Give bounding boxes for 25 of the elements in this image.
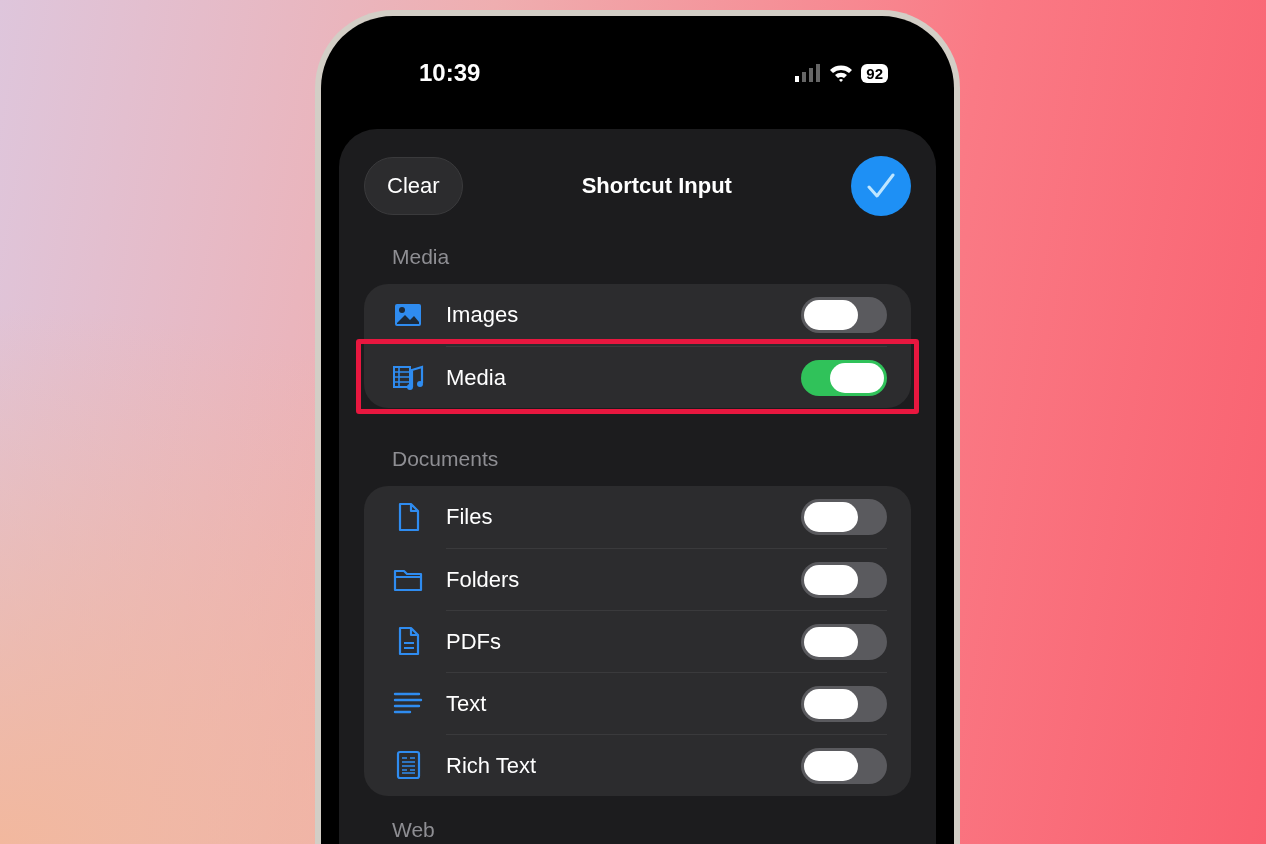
signal-icon bbox=[795, 64, 822, 82]
toggle-switch[interactable] bbox=[801, 623, 887, 660]
row-label: Files bbox=[446, 504, 493, 530]
done-button[interactable] bbox=[851, 156, 911, 216]
row-label: Rich Text bbox=[446, 752, 537, 779]
row-label: Images bbox=[446, 302, 519, 328]
wifi-icon bbox=[829, 64, 854, 82]
status-time: 10:39 bbox=[419, 59, 482, 87]
clear-button[interactable]: Clear bbox=[364, 157, 463, 215]
toggle-switch[interactable] bbox=[801, 297, 887, 333]
toggle-switch[interactable] bbox=[801, 359, 887, 396]
toggle-switch[interactable] bbox=[801, 561, 887, 598]
row-label: PDFs bbox=[446, 628, 501, 655]
section-header: Media bbox=[391, 244, 451, 270]
section-header: Documents bbox=[391, 446, 500, 472]
sheet-title: Shortcut Input bbox=[580, 173, 733, 199]
toggle-switch[interactable] bbox=[801, 499, 887, 535]
battery-level: 92 bbox=[861, 63, 888, 83]
toggle-switch[interactable] bbox=[801, 747, 887, 784]
row-label: Media bbox=[446, 364, 506, 391]
section-header: Web bbox=[391, 817, 436, 843]
toggle-switch[interactable] bbox=[801, 685, 887, 722]
row-label: Folders bbox=[446, 566, 520, 593]
row-label: Text bbox=[446, 690, 487, 717]
checkmark-icon bbox=[867, 173, 895, 199]
